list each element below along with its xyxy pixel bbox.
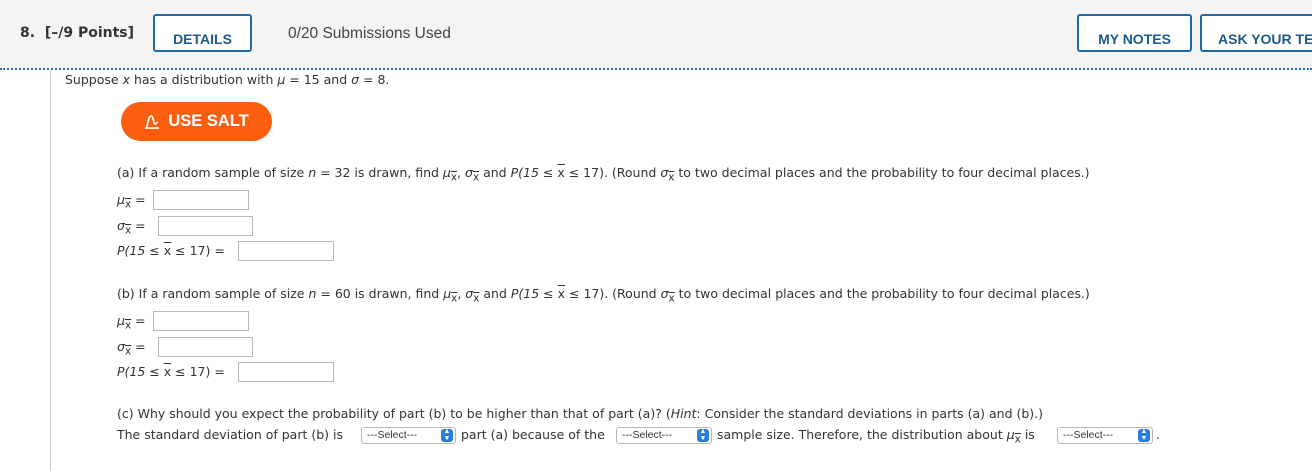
problem-intro: Suppose x has a distribution with μ = 15… — [65, 72, 390, 87]
part-c-select-3[interactable]: ---Select--- ▲ ▼ — [1057, 427, 1153, 444]
salt-chart-icon — [145, 114, 160, 129]
question-header: 8. [–/9 Points] DETAILS 0/20 Submissions… — [0, 0, 1312, 70]
part-c-select-1[interactable]: ---Select--- ▲ ▼ — [361, 427, 456, 444]
part-b-mu-input[interactable] — [153, 311, 249, 331]
part-b-prob-label: P(15 ≤ x ≤ 17) = — [117, 364, 225, 379]
part-a-sigma-label: σx = — [117, 218, 146, 237]
part-a-mu-input[interactable] — [153, 190, 249, 210]
part-b-mu-label: μx = — [117, 313, 146, 332]
part-b-sigma-input[interactable] — [158, 337, 253, 357]
select-chevron-icon: ▲ ▼ — [441, 428, 453, 442]
ask-teacher-button[interactable]: ASK YOUR TE — [1200, 14, 1312, 52]
part-c-text-2: part (a) because of the — [461, 427, 605, 442]
part-a-prob-label: P(15 ≤ x ≤ 17) = — [117, 243, 225, 258]
question-number: 8. [–/9 Points] — [20, 25, 135, 41]
content-left-border — [50, 70, 51, 471]
points-label: [–/9 Points] — [44, 25, 135, 41]
part-c-question: (c) Why should you expect the probabilit… — [117, 406, 1044, 421]
part-b-prob-input[interactable] — [238, 362, 334, 382]
part-a-prob-input[interactable] — [238, 241, 334, 261]
part-a-question: (a) If a random sample of size n = 32 is… — [117, 165, 1090, 184]
submissions-used: 0/20 Submissions Used — [288, 25, 451, 42]
select-chevron-icon: ▲ ▼ — [697, 428, 709, 442]
my-notes-button[interactable]: MY NOTES — [1077, 14, 1192, 52]
part-c-text-1: The standard deviation of part (b) is — [117, 427, 343, 442]
part-c-text-3: sample size. Therefore, the distribution… — [717, 427, 1035, 446]
part-b-question: (b) If a random sample of size n = 60 is… — [117, 286, 1090, 305]
part-c-period: . — [1156, 427, 1160, 442]
select-chevron-icon: ▲ ▼ — [1138, 428, 1150, 442]
part-b-sigma-label: σx = — [117, 339, 146, 358]
part-a-mu-label: μx = — [117, 192, 146, 211]
part-c-select-2[interactable]: ---Select--- ▲ ▼ — [616, 427, 712, 444]
use-salt-button[interactable]: USE SALT — [121, 102, 272, 141]
part-a-sigma-input[interactable] — [158, 216, 253, 236]
details-button[interactable]: DETAILS — [153, 14, 252, 52]
